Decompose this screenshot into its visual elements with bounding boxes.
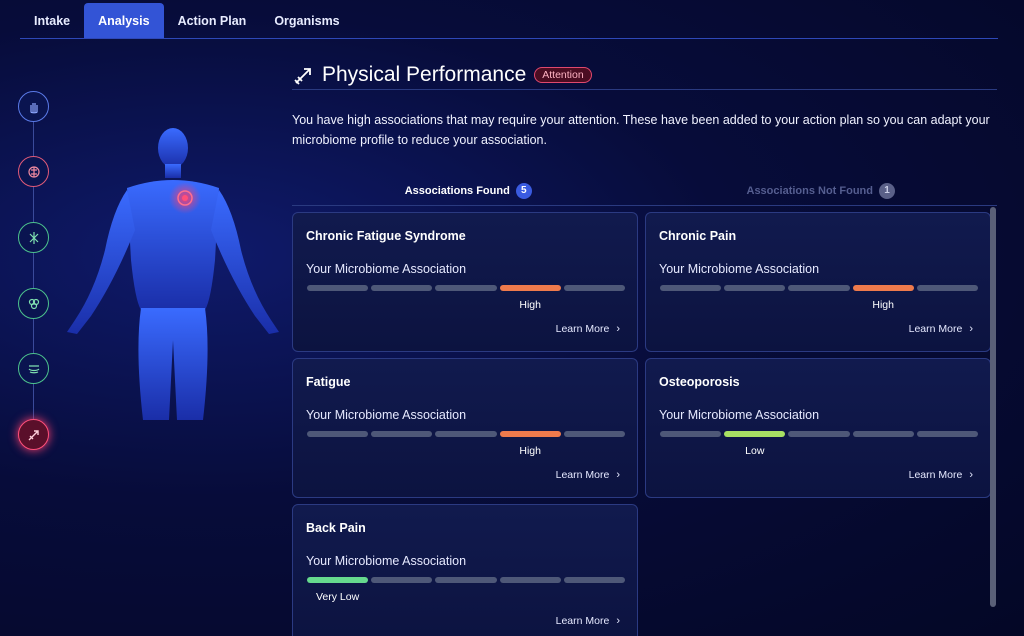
step-hand-icon[interactable] (18, 91, 49, 122)
association-meter (307, 577, 626, 583)
tab-action-plan[interactable]: Action Plan (164, 3, 261, 38)
meter-segment (916, 285, 979, 291)
association-meter (660, 431, 979, 437)
card-title: Chronic Pain (659, 229, 737, 243)
tab-label: Associations Found (404, 184, 510, 197)
association-card: Osteoporosis Your Microbiome Association… (645, 358, 991, 498)
meter-segment (307, 285, 369, 291)
meter-segment (499, 577, 561, 583)
association-meter (307, 285, 626, 291)
association-card: Chronic Pain Your Microbiome Association… (645, 212, 991, 352)
card-subtitle: Your Microbiome Association (306, 554, 467, 568)
meter-segment (852, 285, 914, 291)
tab-analysis[interactable]: Analysis (84, 3, 164, 38)
body-figure-image (67, 128, 279, 420)
chevron-right-icon: › (616, 323, 620, 335)
meter-segment (371, 285, 433, 291)
meter-segment (499, 431, 561, 437)
meter-segment (499, 285, 561, 291)
link-label: Learn More (908, 323, 963, 335)
association-card: Chronic Fatigue Syndrome Your Microbiome… (292, 212, 638, 352)
meter-segment (916, 431, 979, 437)
learn-more-link[interactable]: Learn More › (556, 615, 620, 627)
card-subtitle: Your Microbiome Association (659, 262, 820, 276)
learn-more-link[interactable]: Learn More › (556, 323, 620, 335)
association-level: Very Low (315, 591, 360, 603)
meter-segment (788, 285, 850, 291)
tab-associations-found[interactable]: Associations Found 5 (292, 176, 645, 205)
card-subtitle: Your Microbiome Association (659, 408, 820, 422)
tab-label: Associations Not Found (746, 184, 874, 197)
meter-segment (724, 431, 786, 437)
tab-associations-not-found[interactable]: Associations Not Found 1 (645, 176, 998, 205)
tab-intake[interactable]: Intake (20, 3, 84, 38)
count-badge: 5 (515, 182, 532, 199)
step-molecule-icon[interactable] (18, 222, 49, 253)
section-header: Physical Performance Attention (292, 60, 997, 90)
link-label: Learn More (908, 469, 963, 481)
learn-more-link[interactable]: Learn More › (909, 469, 973, 481)
performance-icon (294, 67, 311, 85)
meter-segment (724, 285, 786, 291)
meter-segment (435, 577, 497, 583)
card-title: Chronic Fatigue Syndrome (306, 229, 466, 243)
meter-segment (660, 285, 722, 291)
chevron-right-icon: › (969, 469, 973, 481)
card-title: Back Pain (306, 521, 366, 535)
association-tabs: Associations Found 5 Associations Not Fo… (292, 176, 997, 206)
association-meter (660, 285, 979, 291)
association-meter (307, 431, 626, 437)
meter-segment (371, 431, 433, 437)
association-level: High (519, 299, 541, 311)
meter-segment (852, 431, 914, 437)
page-title: Physical Performance (322, 62, 527, 86)
link-label: Learn More (555, 615, 610, 627)
chevron-right-icon: › (616, 469, 620, 481)
meter-segment (563, 431, 626, 437)
meter-segment (371, 577, 433, 583)
meter-segment (435, 431, 497, 437)
card-title: Fatigue (306, 375, 351, 389)
meter-segment (563, 577, 626, 583)
association-card: Fatigue Your Microbiome Association High… (292, 358, 638, 498)
meter-segment (307, 431, 369, 437)
count-badge: 1 (879, 182, 895, 199)
association-card: Back Pain Your Microbiome Association Ve… (292, 504, 638, 636)
tab-organisms[interactable]: Organisms (260, 3, 353, 38)
association-level: High (519, 445, 541, 457)
card-subtitle: Your Microbiome Association (306, 262, 467, 276)
association-level: Low (745, 445, 765, 457)
meter-segment (307, 577, 369, 583)
learn-more-link[interactable]: Learn More › (909, 323, 973, 335)
chevron-right-icon: › (616, 615, 620, 627)
link-label: Learn More (555, 469, 610, 481)
meter-segment (788, 431, 850, 437)
card-subtitle: Your Microbiome Association (306, 408, 467, 422)
chevron-right-icon: › (969, 323, 973, 335)
step-brain-icon[interactable] (18, 156, 49, 187)
learn-more-link[interactable]: Learn More › (556, 469, 620, 481)
scrollbar[interactable] (990, 207, 996, 607)
step-gut-icon[interactable] (18, 353, 49, 384)
section-description: You have high associations that may requ… (292, 113, 990, 147)
association-level: High (872, 299, 894, 311)
top-tabs: Intake Analysis Action Plan Organisms (20, 3, 998, 39)
status-badge: Attention (534, 66, 592, 83)
step-performance-icon[interactable] (18, 419, 49, 450)
meter-segment (435, 285, 497, 291)
link-label: Learn More (555, 323, 610, 335)
meter-segment (563, 285, 626, 291)
meter-segment (660, 431, 722, 437)
card-title: Osteoporosis (659, 375, 740, 389)
step-cells-icon[interactable] (18, 288, 49, 319)
